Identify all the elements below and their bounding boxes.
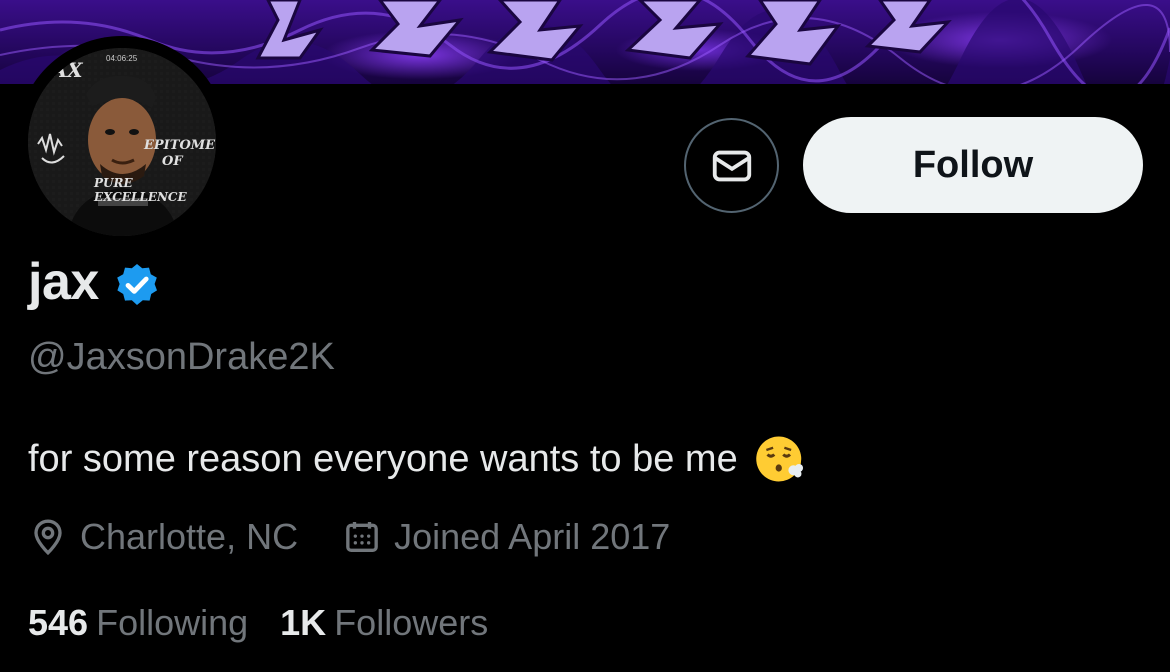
display-name-row: jax (28, 252, 161, 312)
avatar-tag: JAX (42, 58, 83, 82)
followers-link[interactable]: 1K Followers (280, 602, 488, 644)
followers-label: Followers (334, 602, 489, 643)
avatar[interactable]: 04:06:25 JAX EPITOME OF PURE EXCELLENCE (28, 48, 216, 236)
avatar-timestamp: 04:06:25 (106, 54, 138, 63)
following-label: Following (96, 602, 249, 643)
verified-badge-icon[interactable] (113, 261, 161, 309)
bio-text: for some reason everyone wants to be me (28, 437, 738, 480)
avatar-caption-3: PURE EXCELLENCE (94, 176, 187, 204)
profile-stats: 546 Following 1K Followers (28, 602, 488, 644)
join-date-text: Joined April 2017 (394, 516, 671, 557)
bio: for some reason everyone wants to be me (28, 432, 808, 486)
face-exhaling-emoji-icon (755, 436, 803, 482)
message-button[interactable] (684, 118, 779, 213)
avatar-caption-1: EPITOME (144, 138, 216, 153)
follow-button[interactable]: Follow (803, 117, 1143, 213)
location: Charlotte, NC (28, 516, 298, 558)
profile-meta: Charlotte, NC Joined April 2017 (28, 516, 670, 558)
following-link[interactable]: 546 Following (28, 602, 248, 644)
location-text: Charlotte, NC (80, 516, 299, 557)
location-pin-icon (34, 519, 62, 556)
envelope-icon (712, 150, 751, 181)
calendar-icon (346, 522, 378, 552)
handle: @JaxsonDrake2K (28, 336, 335, 378)
following-count: 546 (28, 602, 89, 643)
join-date: Joined April 2017 (342, 516, 670, 558)
avatar-caption-2: OF (162, 154, 183, 169)
followers-count: 1K (280, 602, 327, 643)
display-name: jax (28, 253, 99, 311)
